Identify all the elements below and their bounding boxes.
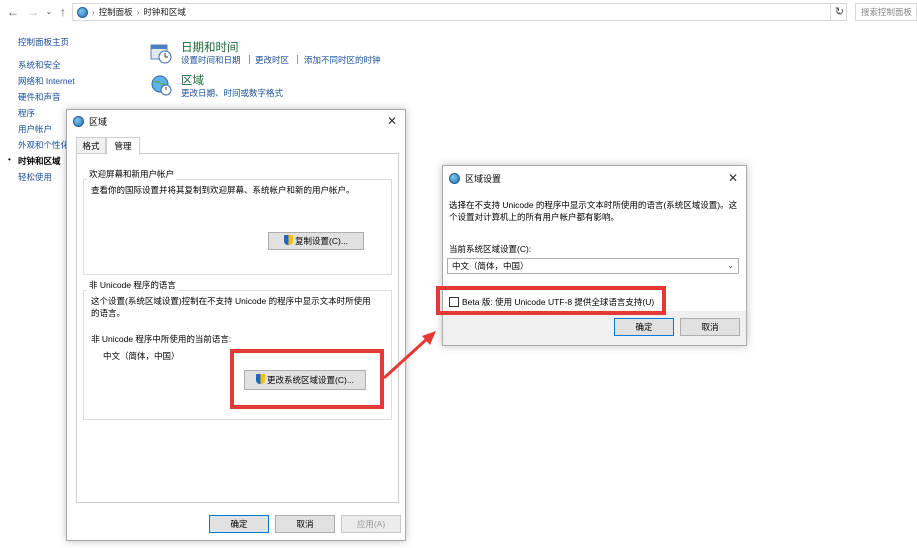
breadcrumb-clock-region[interactable]: 时钟和区域: [143, 6, 186, 18]
chevron-down-icon: ⌄: [727, 261, 734, 270]
change-timezone-link[interactable]: 更改时区: [255, 54, 289, 66]
pointer-arrow-icon: [382, 331, 436, 380]
sidebar-item-system-security[interactable]: 系统和安全: [18, 59, 61, 71]
highlight-box-beta-checkbox: [436, 286, 666, 315]
chevron-right-icon: ›: [92, 7, 95, 17]
region-ok-button[interactable]: 确定: [209, 515, 269, 533]
close-icon[interactable]: ✕: [387, 114, 397, 128]
add-clocks-link[interactable]: 添加不同时区的时钟: [304, 54, 381, 66]
calendar-clock-icon[interactable]: [150, 42, 172, 64]
chevron-right-icon: ›: [136, 7, 140, 17]
sidebar-item-user-accounts[interactable]: 用户帐户: [18, 123, 52, 135]
region-cancel-button[interactable]: 取消: [275, 515, 335, 533]
sidebar-item-programs[interactable]: 程序: [18, 107, 35, 119]
highlight-box-locale-button: [230, 349, 384, 409]
copy-settings-button[interactable]: 复制设置(C)...: [268, 232, 364, 250]
up-arrow-icon[interactable]: ↑: [56, 5, 70, 19]
address-field[interactable]: › 控制面板 › 时钟和区域 ⌄: [72, 3, 847, 21]
region-dialog-titlebar[interactable]: 区域: [67, 110, 405, 132]
control-panel-icon: [77, 6, 88, 18]
link-separator: [249, 55, 250, 64]
region-category-title[interactable]: 区域: [181, 72, 204, 88]
datetime-category-title[interactable]: 日期和时间: [181, 39, 239, 55]
globe-clock-icon[interactable]: [150, 74, 172, 96]
sidebar-item-appearance[interactable]: 外观和个性化: [18, 139, 69, 151]
welcome-group-desc: 查看你的国际设置并将其复制到欢迎屏幕、系统帐户和新的用户帐户。: [91, 185, 355, 195]
region-dialog-title: 区域: [89, 116, 108, 127]
sidebar-item-hardware-sound[interactable]: 硬件和声音: [18, 91, 61, 103]
refresh-icon[interactable]: ↻: [830, 4, 848, 20]
active-bullet-icon: •: [8, 155, 11, 164]
breadcrumb-control-panel[interactable]: 控制面板: [99, 6, 133, 18]
region-settings-dialog: 区域设置 ✕ 选择在不支持 Unicode 的程序中显示文本时所使用的语言(系统…: [442, 165, 747, 346]
sidebar-item-network[interactable]: 网络和 Internet: [18, 75, 75, 87]
system-locale-label: 当前系统区域设置(C):: [449, 244, 532, 254]
locale-cancel-button[interactable]: 取消: [680, 318, 740, 336]
back-arrow-icon[interactable]: ←: [6, 5, 20, 19]
tab-administrative[interactable]: 管理: [106, 137, 140, 155]
current-language-label: 非 Unicode 程序中所使用的当前语言:: [91, 334, 232, 344]
unicode-group-title: 非 Unicode 程序的语言: [87, 279, 178, 291]
region-apply-button[interactable]: 应用(A): [341, 515, 401, 533]
tab-formats[interactable]: 格式: [76, 137, 106, 154]
admin-tab-panel: 欢迎屏幕和新用户帐户 查看你的国际设置并将其复制到欢迎屏幕、系统帐户和新的用户帐…: [76, 153, 399, 503]
region-settings-globe-icon: [449, 172, 460, 184]
sidebar-item-ease-of-access[interactable]: 轻松使用: [18, 171, 52, 183]
region-settings-desc: 选择在不支持 Unicode 的程序中显示文本时所使用的语言(系统区域设置)。这…: [449, 200, 738, 222]
recent-locations-icon[interactable]: ⌄: [42, 5, 56, 19]
sidebar-item-home[interactable]: 控制面板主页: [18, 36, 69, 48]
region-dialog: 区域 ✕ 格式 欢迎屏幕和新用户帐户 查看你的国际设置并将其复制到欢迎屏幕、系统…: [66, 109, 406, 541]
welcome-group-title: 欢迎屏幕和新用户帐户: [87, 168, 177, 180]
system-locale-value: 中文（简体，中国）: [452, 261, 529, 271]
change-format-link[interactable]: 更改日期、时间或数字格式: [181, 87, 283, 99]
address-bar-area: ← → ⌄ ↑ › 控制面板 › 时钟和区域 ⌄ ↻ 搜索控制面板: [0, 0, 917, 26]
region-settings-titlebar[interactable]: 区域设置: [443, 166, 746, 190]
link-separator: [297, 55, 298, 64]
locale-ok-button[interactable]: 确定: [614, 318, 674, 336]
unicode-group-desc: 这个设置(系统区域设置)控制在不支持 Unicode 的程序中显示文本时所使用的…: [91, 296, 371, 318]
search-input[interactable]: 搜索控制面板: [855, 3, 917, 21]
region-settings-title: 区域设置: [465, 173, 502, 184]
system-locale-select[interactable]: 中文（简体，中国） ⌄: [447, 258, 739, 274]
sidebar-item-clock-region[interactable]: 时钟和区域: [18, 155, 61, 167]
close-icon[interactable]: ✕: [728, 171, 738, 185]
set-time-date-link[interactable]: 设置时间和日期: [181, 54, 241, 66]
copy-settings-label: 复制设置(C)...: [295, 236, 348, 246]
forward-arrow-icon[interactable]: →: [26, 5, 40, 19]
uac-shield-icon: [284, 235, 294, 245]
region-globe-icon: [73, 115, 84, 127]
